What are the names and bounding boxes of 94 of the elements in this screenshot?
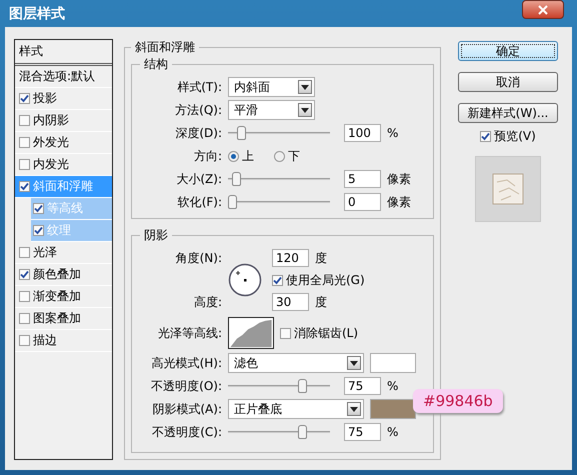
slider-thumb[interactable] <box>298 425 307 439</box>
style-list-item[interactable]: 光泽 <box>15 242 112 264</box>
style-label: 投影 <box>33 90 57 107</box>
style-label: 光泽 <box>33 244 57 261</box>
unit-label: 度 <box>315 250 327 266</box>
field-label: 方法(Q): <box>174 102 222 118</box>
blend-mode-dropdown[interactable]: 滤色 <box>228 353 364 373</box>
dropdown[interactable]: 平滑 <box>228 100 315 120</box>
radio-option[interactable]: 上 <box>228 148 254 164</box>
close-button[interactable] <box>522 0 564 19</box>
style-label: 斜面和浮雕 <box>33 178 93 195</box>
window-title: 图层样式 <box>9 4 65 22</box>
field-label: 光泽等高线: <box>156 324 222 342</box>
style-label: 混合选项:默认 <box>19 68 96 85</box>
field-label: 阴影模式(A): <box>151 400 222 418</box>
style-label: 外发光 <box>33 134 69 151</box>
checkbox[interactable] <box>19 181 30 192</box>
dialog-button[interactable]: 新建样式(W)... <box>458 103 558 123</box>
unit-label: % <box>387 425 398 439</box>
unit-label: 度 <box>315 294 327 310</box>
field-label: 高度: <box>192 294 222 310</box>
checkbox[interactable] <box>33 203 44 214</box>
contour-graph[interactable] <box>228 317 274 349</box>
number-field[interactable]: 75 <box>344 377 381 395</box>
slider-thumb[interactable] <box>232 172 241 186</box>
number-field[interactable]: 100 <box>344 124 381 142</box>
number-field[interactable]: 30 <box>272 293 309 311</box>
checkbox[interactable] <box>19 247 30 258</box>
style-list-item[interactable]: 外发光 <box>15 132 112 154</box>
embossed-square-icon <box>491 172 525 206</box>
style-list-item[interactable]: 描边 <box>15 330 112 352</box>
number-field[interactable]: 0 <box>344 193 381 211</box>
style-label: 图案叠加 <box>33 310 81 327</box>
field-label: 高光模式(H): <box>150 354 222 372</box>
number-field[interactable]: 75 <box>344 423 381 441</box>
unit-label: 像素 <box>387 194 411 210</box>
field-label: 样式(T): <box>176 78 222 96</box>
slider-thumb[interactable] <box>298 379 307 393</box>
style-label: 颜色叠加 <box>33 266 81 283</box>
field-label: 角度(N): <box>174 250 222 266</box>
checkbox[interactable] <box>19 137 30 148</box>
number-field[interactable]: 120 <box>272 249 309 267</box>
checkbox[interactable] <box>480 131 492 142</box>
unit-label: % <box>387 126 398 140</box>
style-list-item[interactable]: 投影 <box>15 88 112 110</box>
checkbox[interactable] <box>19 291 30 302</box>
radio-option[interactable]: 下 <box>274 148 300 164</box>
dropdown[interactable]: 内斜面 <box>228 77 315 97</box>
checkbox[interactable] <box>19 313 30 324</box>
style-list-item[interactable]: 渐变叠加 <box>15 286 112 308</box>
style-label: 渐变叠加 <box>33 288 81 305</box>
checkbox-label: 预览(V) <box>494 128 536 145</box>
checkbox-label: 使用全局光(G) <box>286 272 365 288</box>
style-list-item[interactable]: 图案叠加 <box>15 308 112 330</box>
dialog-button[interactable]: 确定 <box>458 41 558 61</box>
checkbox[interactable] <box>19 93 30 104</box>
color-swatch[interactable] <box>370 353 416 373</box>
field-label: 深度(D): <box>174 124 222 142</box>
checkbox[interactable] <box>19 335 30 346</box>
number-field[interactable]: 5 <box>344 170 381 188</box>
color-annotation: #99846b <box>413 389 503 413</box>
style-label: 纹理 <box>47 222 71 239</box>
style-label: 内发光 <box>33 156 69 173</box>
style-list-item[interactable]: 颜色叠加 <box>15 264 112 286</box>
group-title: 阴影 <box>143 227 169 244</box>
field-label: 不透明度(O): <box>150 378 222 394</box>
style-label: 描边 <box>33 332 57 349</box>
unit-label: % <box>387 379 398 393</box>
close-icon <box>538 4 548 14</box>
field-label: 不透明度(C): <box>151 424 222 440</box>
style-list-item[interactable]: 混合选项:默认 <box>15 66 112 88</box>
slider-thumb[interactable] <box>228 195 237 209</box>
checkbox[interactable] <box>19 115 30 126</box>
field-label: 大小(Z): <box>175 170 222 188</box>
field-label: 方向: <box>192 148 222 164</box>
dialog-button[interactable]: 取消 <box>458 72 558 92</box>
list-header: 样式 <box>15 40 112 66</box>
checkbox[interactable] <box>280 328 291 338</box>
group-title: 斜面和浮雕 <box>134 39 196 56</box>
checkbox[interactable] <box>272 274 283 286</box>
checkbox[interactable] <box>19 159 30 170</box>
color-swatch[interactable] <box>370 399 416 419</box>
slider-thumb[interactable] <box>237 126 246 140</box>
checkbox[interactable] <box>19 269 30 280</box>
checkbox[interactable] <box>33 225 44 236</box>
field-label: 软化(F): <box>176 194 222 210</box>
unit-label: 像素 <box>387 170 411 188</box>
style-list-item[interactable]: 内阴影 <box>15 110 112 132</box>
style-label: 等高线 <box>47 200 83 217</box>
checkbox-label: 消除锯齿(L) <box>294 324 358 342</box>
style-label: 内阴影 <box>33 112 69 129</box>
blend-mode-dropdown[interactable]: 正片叠底 <box>228 399 364 419</box>
angle-dial[interactable] <box>228 263 262 297</box>
group-title: 结构 <box>143 56 169 73</box>
